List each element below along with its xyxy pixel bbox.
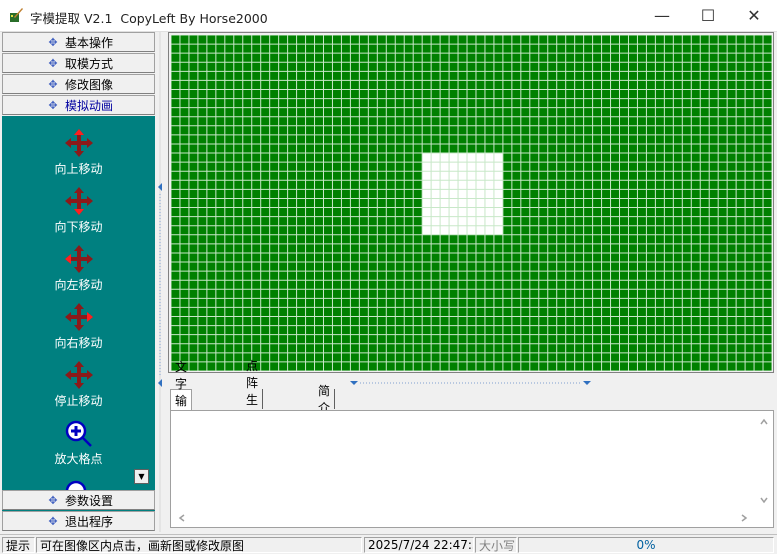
category-exit[interactable]: ✥ 退出程序 [2, 511, 155, 531]
move-up-button[interactable]: 向上移动 [2, 128, 155, 177]
category-label: 取模方式 [65, 56, 114, 71]
title-bar: 字模提取 V2.1 CopyLeft By Horse2000 — ☐ ✕ [0, 0, 777, 32]
sidebar: ✥ 基本操作 ✥ 取模方式 ✥ 修改图像 ✥ 模拟动画 向上移动 向下移动 向左… [2, 32, 155, 532]
collapse-down-icon [350, 381, 358, 385]
vertical-splitter[interactable] [155, 32, 165, 532]
anim-label: 停止移动 [54, 394, 103, 408]
stop-move-button[interactable]: 停止移动 [2, 360, 155, 409]
move-down-icon [64, 187, 93, 215]
move-up-icon [64, 129, 93, 157]
category-label: 基本操作 [65, 35, 114, 50]
diamond-bullet-icon: ✥ [48, 493, 58, 507]
minimize-icon: — [654, 6, 670, 25]
collapse-down-icon [583, 381, 591, 385]
category-basic-ops[interactable]: ✥ 基本操作 [2, 32, 155, 52]
diamond-bullet-icon: ✥ [48, 514, 58, 528]
close-button[interactable]: ✕ [731, 0, 777, 31]
animation-panel: 向上移动 向下移动 向左移动 向右移动 停止移动 放大格点 ▼ [2, 116, 155, 520]
tab-dot-output[interactable]: 点阵生成区 [242, 359, 264, 441]
stop-move-icon [64, 361, 93, 389]
category-label: 修改图像 [65, 77, 114, 92]
diamond-bullet-icon: ✥ [48, 77, 58, 91]
lit-cell-block [422, 153, 503, 235]
move-right-button[interactable]: 向右移动 [2, 302, 155, 351]
diamond-bullet-icon: ✥ [48, 35, 58, 49]
status-hint-label: 提示 [2, 537, 35, 553]
maximize-icon: ☐ [700, 6, 716, 25]
category-settings[interactable]: ✥ 参数设置 [2, 490, 155, 510]
scroll-down-icon[interactable] [759, 495, 769, 505]
down-arrow-icon: ▼ [138, 472, 145, 481]
anim-label: 向下移动 [54, 220, 103, 234]
anim-label: 向上移动 [54, 162, 103, 176]
scroll-right-icon[interactable] [739, 513, 749, 523]
anim-label: 放大格点 [54, 452, 103, 466]
category-label: 参数设置 [65, 493, 114, 508]
zoom-in-icon [65, 420, 92, 447]
tab-text-input[interactable]: 文字输入区 [170, 360, 193, 442]
move-left-icon [64, 245, 93, 273]
dot-matrix-canvas[interactable] [168, 32, 774, 373]
diamond-bullet-icon: ✥ [48, 56, 58, 70]
move-down-button[interactable]: 向下移动 [2, 186, 155, 235]
zoom-in-button[interactable]: 放大格点 [2, 418, 155, 467]
dot-matrix-grid[interactable] [171, 35, 772, 371]
move-right-icon [64, 303, 93, 331]
status-datetime: 2025/7/24 22:47:53 [364, 537, 474, 553]
maximize-button[interactable]: ☐ [685, 0, 731, 31]
category-animation[interactable]: ✥ 模拟动画 [2, 95, 155, 115]
app-brush-icon [10, 8, 23, 22]
window-title: 字模提取 V2.1 CopyLeft By Horse2000 [30, 11, 268, 26]
horizontal-splitter[interactable] [348, 378, 593, 388]
minimize-button[interactable]: — [639, 0, 685, 31]
status-progress: 0% [518, 537, 774, 553]
category-mode[interactable]: ✥ 取模方式 [2, 53, 155, 73]
scroll-down-button[interactable]: ▼ [134, 469, 149, 484]
category-edit-image[interactable]: ✥ 修改图像 [2, 74, 155, 94]
tab-intro[interactable]: 简介 [314, 384, 336, 415]
anim-label: 向右移动 [54, 336, 103, 350]
scroll-up-icon[interactable] [759, 417, 769, 427]
status-hint-text: 可在图像区内点击，画新图或修改原图 [36, 537, 362, 553]
status-caps: 大小写 [475, 537, 517, 553]
status-bar: 提示 可在图像区内点击，画新图或修改原图 2025/7/24 22:47:53 … [0, 534, 777, 554]
diamond-bullet-icon: ✥ [48, 98, 58, 112]
scroll-left-icon[interactable] [177, 513, 187, 523]
category-label: 退出程序 [65, 514, 114, 529]
move-left-button[interactable]: 向左移动 [2, 244, 155, 293]
anim-label: 向左移动 [54, 278, 103, 292]
text-input-area[interactable] [170, 410, 774, 528]
category-label: 模拟动画 [65, 98, 114, 113]
close-icon: ✕ [747, 6, 761, 25]
